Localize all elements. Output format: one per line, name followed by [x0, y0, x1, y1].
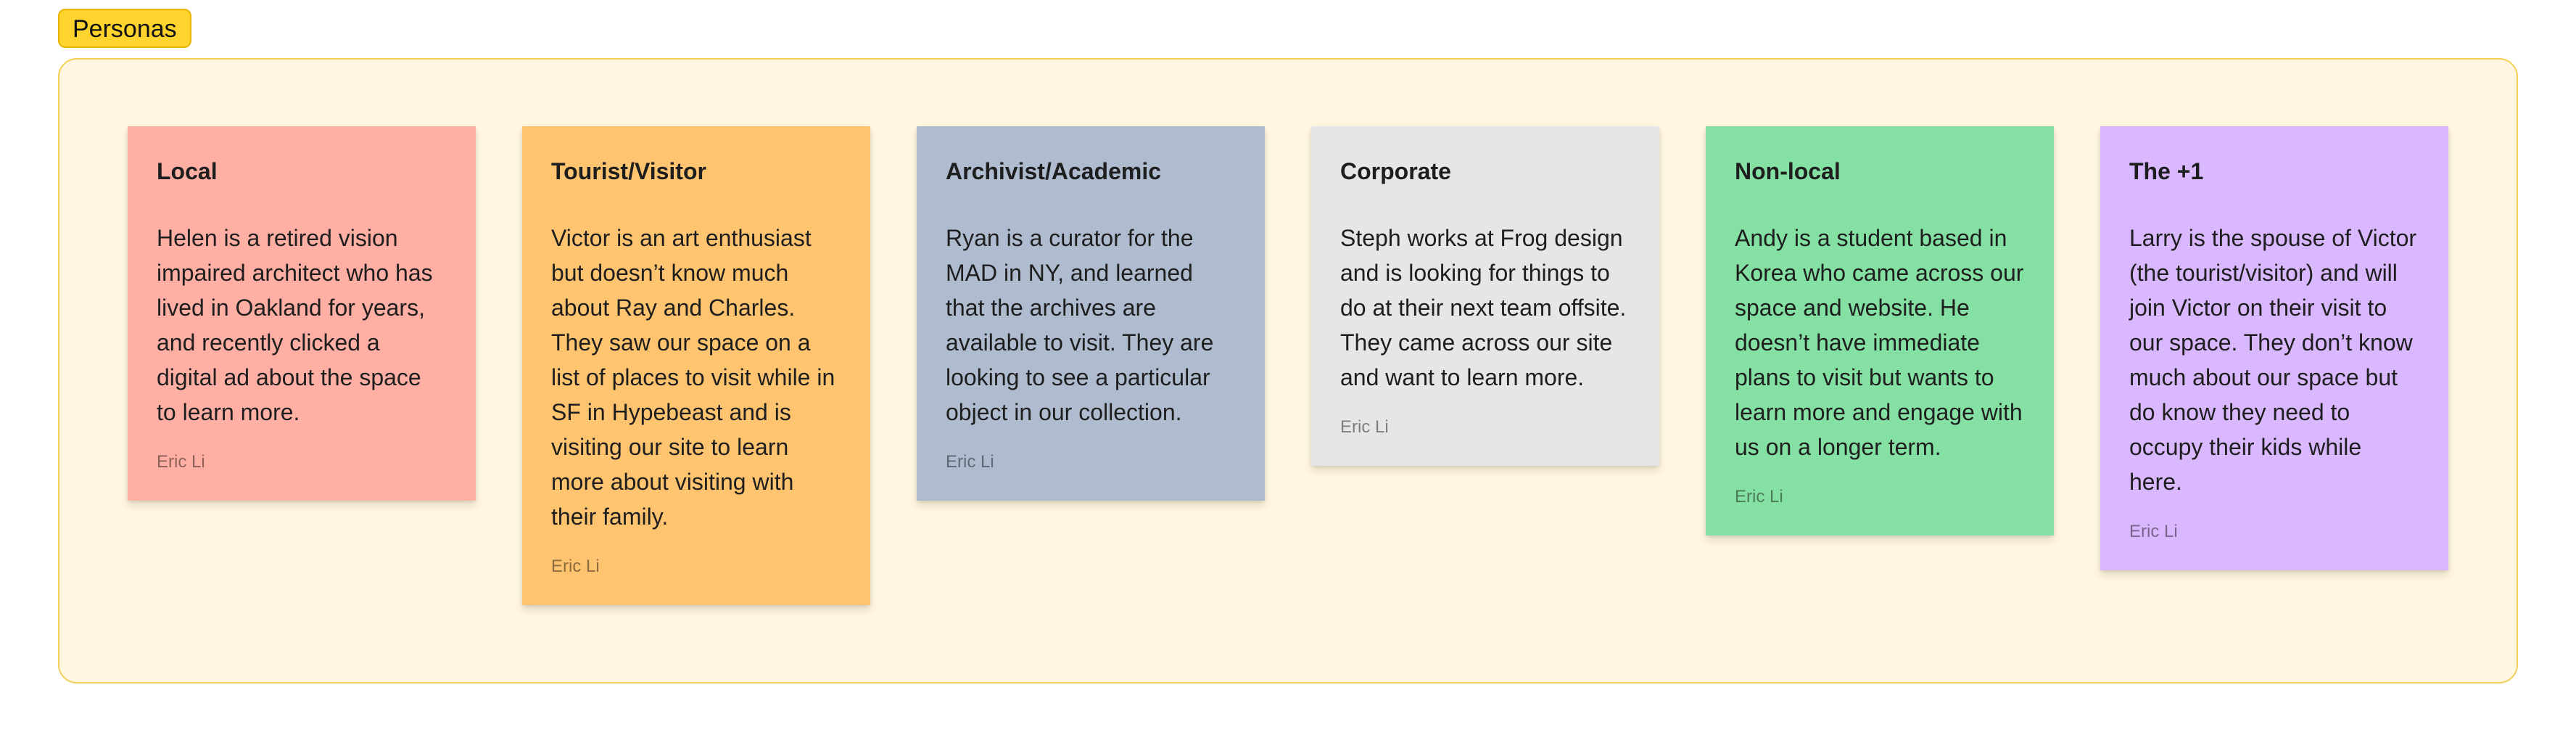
sticky-title: Non-local [1735, 158, 1841, 184]
sticky-title: Corporate [1340, 158, 1451, 184]
sticky-body: Helen is a retired vision impaired archi… [157, 225, 433, 425]
sticky-author: Eric Li [2129, 522, 2178, 541]
sticky-note-archivist-academic[interactable]: Archivist/Academic Ryan is a curator for… [917, 126, 1265, 501]
sticky-body: Larry is the spouse of Victor (the touri… [2129, 225, 2417, 495]
sticky-title: Archivist/Academic [946, 158, 1162, 184]
sticky-note-tourist-visitor[interactable]: Tourist/Visitor Victor is an art enthusi… [522, 126, 870, 605]
sticky-body: Victor is an art enthusiast but doesn’t … [551, 225, 835, 530]
sticky-body: Andy is a student based in Korea who cam… [1735, 225, 2024, 460]
sticky-author: Eric Li [551, 557, 600, 576]
sticky-body: Ryan is a curator for the MAD in NY, and… [946, 225, 1214, 425]
sticky-author: Eric Li [1735, 487, 1783, 506]
sticky-note-plus-one[interactable]: The +1 Larry is the spouse of Victor (th… [2100, 126, 2448, 570]
sticky-title: Local [157, 158, 218, 184]
sticky-title: Tourist/Visitor [551, 158, 706, 184]
sticky-author: Eric Li [946, 452, 994, 472]
sticky-title: The +1 [2129, 158, 2204, 184]
whiteboard-canvas[interactable]: Personas Local Helen is a retired vision… [0, 0, 2576, 743]
sticky-note-non-local[interactable]: Non-local Andy is a student based in Kor… [1706, 126, 2054, 535]
sticky-note-local[interactable]: Local Helen is a retired vision impaired… [128, 126, 476, 501]
section-label[interactable]: Personas [58, 9, 191, 48]
sticky-body: Steph works at Frog design and is lookin… [1340, 225, 1627, 390]
sticky-author: Eric Li [157, 452, 205, 472]
sticky-author: Eric Li [1340, 417, 1389, 437]
sticky-note-corporate[interactable]: Corporate Steph works at Frog design and… [1311, 126, 1659, 466]
